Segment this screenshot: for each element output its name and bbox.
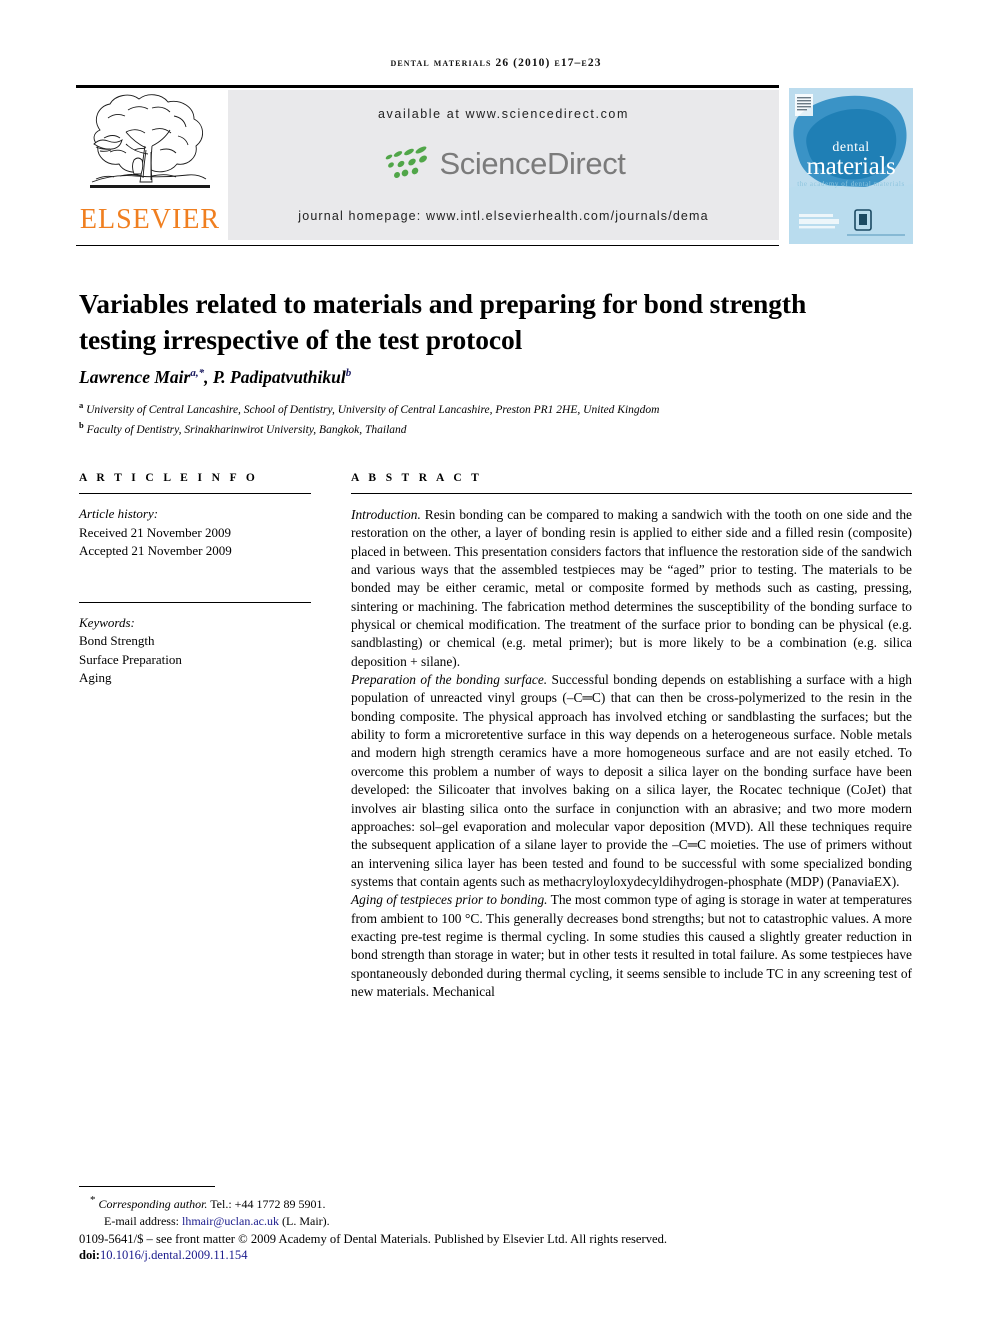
keyword-item: Aging [79,670,112,685]
article-history-received: Received 21 November 2009 [79,524,231,540]
sciencedirect-band: available at www.sciencedirect.com Scien… [228,90,779,240]
sciencedirect-logo: ScienceDirect [228,138,779,190]
page-title: Variables related to materials and prepa… [79,288,807,356]
abstract-paragraph-text: Resin bonding can be compared to making … [351,507,912,669]
keywords-rule [79,601,311,603]
keywords-block: Keywords: Bond Strength Surface Preparat… [79,614,311,688]
elsevier-tree-icon [90,94,210,188]
article-info-rule [79,493,311,494]
article-history-label: Article history: [79,506,159,521]
abstract-paragraph-lead: Aging of testpieces prior to bonding. [351,892,548,908]
email-suffix: (L. Mair). [279,1214,330,1228]
elsevier-wordmark: ELSEVIER [79,204,221,235]
affiliation-marker: b [79,420,84,431]
abstract-heading: A B S T R A C T [351,472,483,484]
sciencedirect-wordmark: ScienceDirect [439,146,626,181]
abstract-rule [351,493,912,494]
author-list: Lawrence Maira,*, P. Padipatvuthikulb [79,367,352,387]
doi-value[interactable]: 10.1016/j.dental.2009.11.154 [100,1248,248,1262]
email-link[interactable]: lhmair@uclan.ac.uk [182,1214,279,1228]
corresponding-author-label: Corresponding author. [98,1197,208,1211]
abstract-paragraph-lead: Introduction. [351,507,421,522]
doi-line: doi:10.1016/j.dental.2009.11.154 [79,1248,248,1263]
asterisk-icon: * [90,1194,96,1206]
abstract-paragraph-lead: Preparation of the bonding surface. [351,672,548,688]
corresponding-author-tel: Tel.: +44 1772 89 5901. [207,1197,326,1211]
sciencedirect-seeds-icon [386,146,428,179]
affiliation-item: a University of Central Lancashire, Scho… [79,400,660,416]
footnote-block: * Corresponding author. Tel.: +44 1772 8… [90,1192,790,1230]
abstract-column: A B S T R A C T Introduction. Resin bond… [351,472,912,1001]
article-info-heading: A R T I C L E I N F O [79,472,259,484]
abstract-paragraph: Preparation of the bonding surface. Succ… [351,671,912,891]
elsevier-logo: ELSEVIER [76,88,224,244]
abstract-paragraph-text: The most common type of aging is storage… [351,892,912,999]
abstract-paragraph-text: Successful bonding depends on establishi… [351,672,912,889]
journal-cover-art [789,88,913,244]
email-note: E-mail address: lhmair@uclan.ac.uk (L. M… [90,1213,790,1230]
affiliation-marker: a [79,400,84,410]
footnote-rule [79,1186,215,1187]
masthead: ELSEVIER available at www.sciencedirect.… [76,88,916,244]
masthead-bottom-rule [76,245,779,246]
abstract-paragraph: Aging of testpieces prior to bonding. Th… [351,891,912,1001]
doi-label: doi: [79,1248,100,1262]
journal-homepage-text: journal homepage: www.intl.elsevierhealt… [298,209,709,223]
journal-cover-thumbnail: dental materials the academy of dental m… [789,88,913,244]
keyword-item: Surface Preparation [79,651,182,667]
article-page: Dental Materials 26 (2010) e17–e23 [0,0,992,1323]
affiliation-item: b Faculty of Dentistry, Srinakharinwirot… [79,420,407,437]
abstract-paragraph: Introduction. Resin bonding can be compa… [351,506,912,671]
keyword-item: Bond Strength [79,633,155,648]
article-info-column: A R T I C L E I N F O Article history: R… [79,472,311,688]
keywords-label: Keywords: [79,614,135,630]
copyright-line: 0109-5641/$ – see front matter © 2009 Ac… [79,1232,668,1246]
email-label: E-mail address: [104,1214,179,1228]
running-head: Dental Materials 26 (2010) e17–e23 [390,57,602,69]
available-at-text: available at www.sciencedirect.com [377,107,629,121]
abstract-body: Introduction. Resin bonding can be compa… [351,506,912,1001]
article-history: Article history: Received 21 November 20… [79,505,311,561]
article-history-accepted: Accepted 21 November 2009 [79,543,232,558]
affiliation-list: a University of Central Lancashire, Scho… [79,398,879,439]
corresponding-author-note: * Corresponding author. Tel.: +44 1772 8… [90,1192,790,1213]
